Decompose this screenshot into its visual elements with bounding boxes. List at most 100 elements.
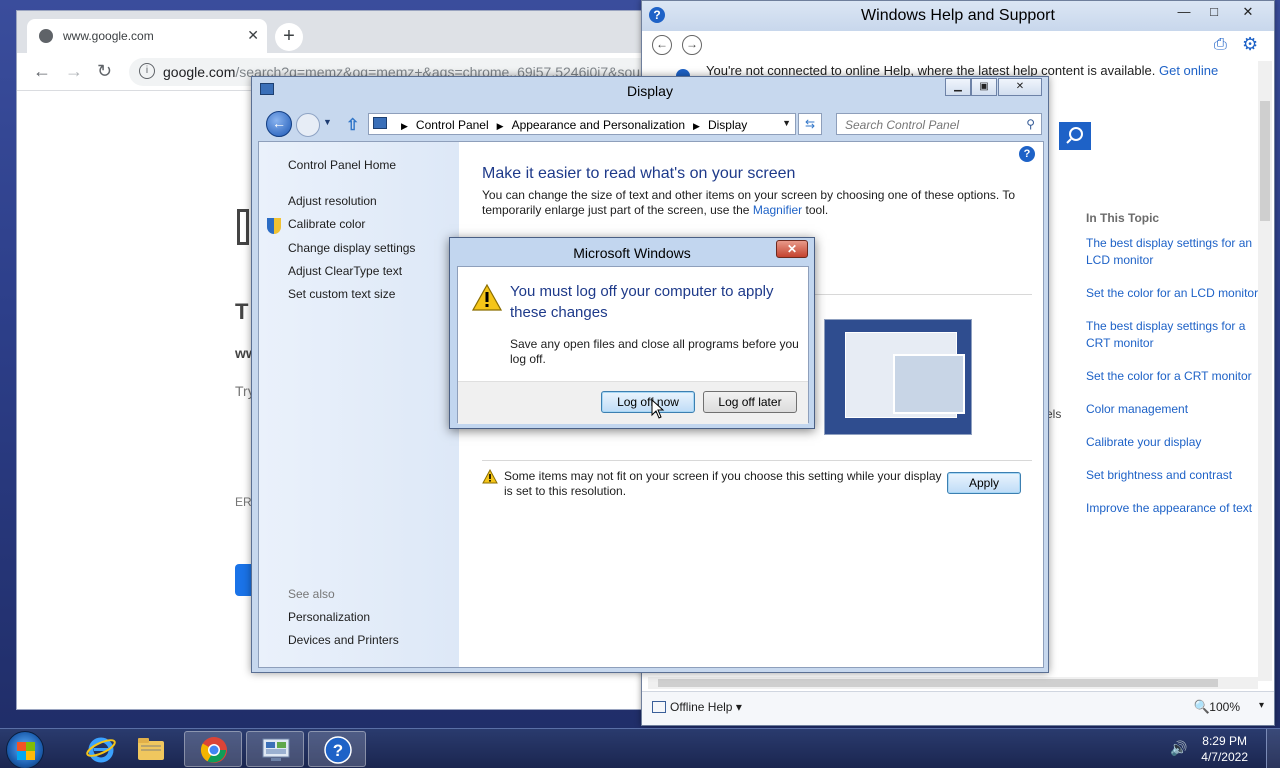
taskbar-control-panel[interactable] bbox=[246, 731, 304, 767]
control-panel-icon bbox=[262, 738, 290, 761]
preview-window bbox=[893, 354, 965, 414]
forward-icon[interactable]: → bbox=[682, 35, 702, 55]
forward-button[interactable] bbox=[296, 113, 320, 137]
page-error-fragment: ER bbox=[235, 495, 252, 509]
search-icon bbox=[1066, 127, 1083, 144]
minimize-button[interactable]: — bbox=[1170, 3, 1198, 23]
taskbar: ? 🔊 8:29 PM 4/7/2022 bbox=[0, 728, 1280, 768]
back-arrow-icon[interactable]: ← bbox=[33, 61, 51, 82]
search-icon[interactable]: ⚲ bbox=[1026, 117, 1035, 131]
taskbar-chrome[interactable] bbox=[184, 731, 242, 767]
chrome-icon bbox=[200, 737, 227, 763]
dialog-submessage: Save any open files and close all progra… bbox=[510, 337, 799, 366]
recent-pages-dropdown[interactable]: ▼ bbox=[323, 117, 332, 127]
nav-set-custom-text-size[interactable]: Set custom text size bbox=[288, 287, 395, 301]
horizontal-scrollbar[interactable] bbox=[648, 677, 1258, 689]
nav-personalization[interactable]: Personalization bbox=[288, 610, 370, 624]
up-arrow-icon[interactable]: ⇧ bbox=[346, 115, 359, 135]
topic-link[interactable]: Improve the appearance of text bbox=[1086, 500, 1266, 517]
topic-link[interactable]: Set the color for a CRT monitor bbox=[1086, 368, 1266, 385]
back-button[interactable]: ← bbox=[266, 111, 292, 137]
close-button[interactable]: ✕ bbox=[1234, 3, 1262, 23]
dialog-body: You must log off your computer to apply … bbox=[457, 266, 809, 424]
taskbar-help-and-support[interactable]: ? bbox=[308, 731, 366, 767]
folder-icon bbox=[138, 738, 164, 760]
topic-link[interactable]: Set brightness and contrast bbox=[1086, 467, 1266, 484]
divider bbox=[482, 460, 1032, 461]
show-desktop-button[interactable] bbox=[1266, 729, 1280, 768]
offline-help-icon bbox=[652, 701, 666, 713]
nav-adjust-resolution[interactable]: Adjust resolution bbox=[288, 194, 377, 208]
chevron-down-icon[interactable]: ▾ bbox=[1259, 700, 1264, 711]
left-nav: Control Panel Home Adjust resolution Cal… bbox=[259, 142, 459, 667]
address-bar[interactable]: ▶ Control Panel ▶ Appearance and Personaliz… bbox=[368, 113, 796, 135]
scroll-thumb[interactable] bbox=[658, 679, 1218, 687]
address-row: ← ▼ ⇧ ▶ Control Panel ▶ Appearance and Pers… bbox=[252, 105, 1048, 141]
magnifier-link[interactable]: Magnifier bbox=[753, 203, 802, 217]
dialog-title: Microsoft Windows bbox=[573, 245, 691, 261]
chrome-tab[interactable]: www.google.com ✕ bbox=[27, 19, 267, 53]
close-tab-icon[interactable]: ✕ bbox=[247, 27, 259, 44]
search-control-panel-input[interactable]: Search Control Panel ⚲ bbox=[836, 113, 1042, 135]
clock-time: 8:29 PM bbox=[1202, 734, 1247, 748]
internet-explorer-icon bbox=[86, 737, 116, 763]
forward-arrow-icon[interactable]: → bbox=[65, 61, 83, 82]
reload-icon[interactable]: ↻ bbox=[97, 61, 112, 82]
maximize-button[interactable]: □ bbox=[1200, 3, 1228, 23]
display-preview-image bbox=[824, 319, 972, 435]
breadcrumb-item[interactable]: Display bbox=[708, 118, 747, 132]
nav-calibrate-color[interactable]: Calibrate color bbox=[288, 217, 365, 231]
system-clock[interactable]: 8:29 PM 4/7/2022 bbox=[1201, 733, 1248, 765]
topic-link[interactable]: Color management bbox=[1086, 401, 1266, 418]
topic-link[interactable]: The best display settings for an LCD mon… bbox=[1086, 235, 1264, 269]
close-button[interactable]: ✕ bbox=[998, 78, 1042, 96]
topic-link[interactable]: The best display settings for a CRT moni… bbox=[1086, 318, 1264, 352]
topic-link[interactable]: Calibrate your display bbox=[1086, 434, 1266, 451]
close-button[interactable]: ✕ bbox=[776, 240, 808, 258]
nav-devices-and-printers[interactable]: Devices and Printers bbox=[288, 633, 399, 647]
offline-help-dropdown[interactable]: Offline Help ▾ bbox=[670, 700, 742, 714]
refresh-button[interactable]: ⇆ bbox=[798, 113, 822, 135]
dialog-button-row: Log off now Log off later bbox=[458, 381, 808, 424]
info-icon[interactable]: i bbox=[139, 63, 155, 79]
page-button-fragment[interactable] bbox=[235, 564, 251, 596]
print-icon[interactable]: ⎙ bbox=[1214, 36, 1227, 54]
vertical-scrollbar[interactable] bbox=[1258, 61, 1272, 681]
maximize-button[interactable]: ▣ bbox=[971, 78, 997, 96]
volume-icon[interactable]: 🔊 bbox=[1170, 740, 1187, 757]
log-off-now-button[interactable]: Log off now bbox=[601, 391, 695, 413]
windows-logo-icon bbox=[17, 742, 35, 760]
nav-adjust-cleartype[interactable]: Adjust ClearType text bbox=[288, 264, 402, 278]
breadcrumb-item[interactable]: Appearance and Personalization bbox=[512, 118, 685, 132]
new-tab-button[interactable]: + bbox=[275, 23, 303, 51]
apply-button[interactable]: Apply bbox=[947, 472, 1021, 494]
zoom-level[interactable]: 100% bbox=[1209, 700, 1240, 714]
nav-control-panel-home[interactable]: Control Panel Home bbox=[288, 158, 396, 172]
get-online-link[interactable]: Get online bbox=[1159, 63, 1218, 78]
display-titlebar: Display ▁ ▣ ✕ bbox=[252, 77, 1048, 105]
logoff-dialog: Microsoft Windows ✕ You must log off you… bbox=[449, 237, 815, 429]
log-off-later-button[interactable]: Log off later bbox=[703, 391, 797, 413]
mouse-cursor-icon bbox=[651, 399, 665, 419]
nav-change-display-settings[interactable]: Change display settings bbox=[288, 241, 415, 255]
taskbar-file-explorer[interactable] bbox=[122, 731, 180, 767]
page-description: You can change the size of text and othe… bbox=[482, 188, 1016, 217]
dialog-message: You must log off your computer to apply … bbox=[510, 283, 774, 321]
start-button[interactable] bbox=[6, 731, 44, 768]
scroll-thumb[interactable] bbox=[1260, 101, 1270, 221]
topic-link[interactable]: Set the color for an LCD monitor bbox=[1086, 285, 1266, 302]
warning-icon bbox=[472, 283, 502, 311]
gear-icon[interactable]: ⚙ bbox=[1242, 34, 1258, 55]
breadcrumb-item[interactable]: Control Panel bbox=[416, 118, 489, 132]
help-search-button[interactable] bbox=[1059, 122, 1091, 150]
minimize-button[interactable]: ▁ bbox=[945, 78, 971, 96]
help-toolbar: ← → ⎙ ⚙ bbox=[642, 31, 1274, 61]
help-icon: ? bbox=[324, 736, 352, 764]
back-icon[interactable]: ← bbox=[652, 35, 672, 55]
resolution-warning: Some items may not fit on your screen if… bbox=[504, 469, 942, 498]
svg-text:?: ? bbox=[333, 741, 343, 760]
chrome-tabstrip: www.google.com ✕ + bbox=[17, 11, 655, 53]
in-this-topic-heading: In This Topic bbox=[1086, 211, 1160, 225]
chevron-down-icon[interactable]: ▼ bbox=[782, 118, 791, 128]
zoom-icon[interactable]: 🔍 bbox=[1194, 699, 1210, 715]
